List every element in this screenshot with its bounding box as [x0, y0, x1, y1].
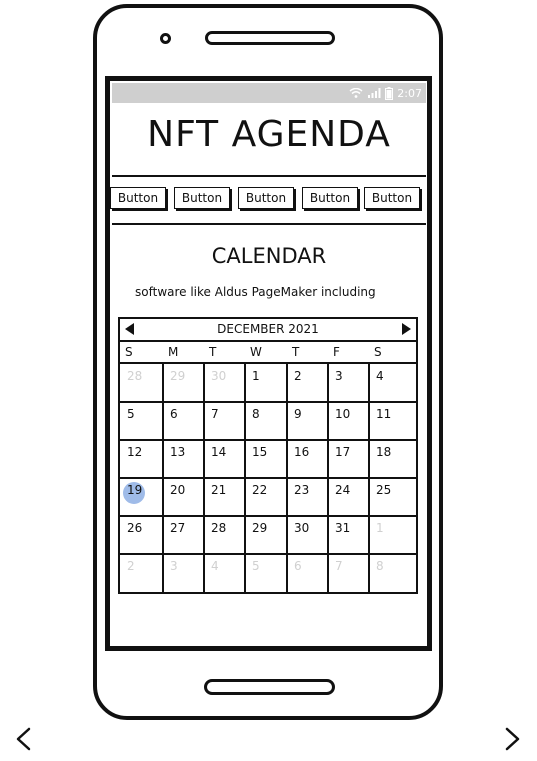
calendar-day[interactable]: 25 [376, 483, 391, 497]
nav-button-1[interactable]: Button [110, 187, 166, 209]
calendar-day[interactable]: 2 [127, 559, 135, 573]
calendar-day[interactable]: 10 [335, 407, 350, 421]
weekday-label: F [333, 345, 340, 359]
calendar-day[interactable]: 18 [376, 445, 391, 459]
calendar-grid: 28 29 30 1 2 3 4 5 6 7 8 9 10 11 12 13 14 15 16 17 18 19 20 21 2… [120, 364, 416, 592]
calendar-day[interactable]: 6 [170, 407, 178, 421]
speaker-slot [205, 31, 335, 45]
grid-line [120, 515, 416, 517]
calendar-day[interactable]: 7 [335, 559, 343, 573]
calendar-day[interactable]: 4 [211, 559, 219, 573]
app-title: NFT AGENDA [147, 114, 391, 155]
calendar-day[interactable]: 28 [211, 521, 226, 535]
calendar-day[interactable]: 16 [294, 445, 309, 459]
grid-line [120, 439, 416, 441]
calendar-day[interactable]: 29 [252, 521, 267, 535]
nav-button-5[interactable]: Button [364, 187, 420, 209]
calendar-day[interactable]: 31 [335, 521, 350, 535]
calendar-day[interactable]: 19 [127, 483, 142, 497]
calendar-day[interactable]: 1 [376, 521, 384, 535]
divider [112, 175, 426, 177]
weekday-label: M [168, 345, 179, 359]
status-time: 2:07 [397, 86, 422, 100]
calendar-day[interactable]: 26 [127, 521, 142, 535]
grid-line [120, 553, 416, 555]
grid-line [120, 477, 416, 479]
chevron-right-icon[interactable] [502, 727, 522, 751]
calendar-day[interactable]: 20 [170, 483, 185, 497]
calendar-day[interactable]: 13 [170, 445, 185, 459]
calendar-day[interactable]: 14 [211, 445, 226, 459]
section-description: software like Aldus PageMaker including [135, 285, 376, 299]
calendar-day[interactable]: 1 [252, 369, 260, 383]
section-title: CALENDAR [211, 244, 327, 268]
calendar-day[interactable]: 8 [376, 559, 384, 573]
weekday-row: SMTWTFS [120, 342, 416, 364]
home-button[interactable] [204, 679, 335, 695]
calendar-day[interactable]: 27 [170, 521, 185, 535]
calendar-day[interactable]: 28 [127, 369, 142, 383]
calendar-day[interactable]: 6 [294, 559, 302, 573]
grid-line [120, 401, 416, 403]
calendar-day[interactable]: 21 [211, 483, 226, 497]
camera-icon [160, 33, 171, 44]
calendar-day[interactable]: 3 [335, 369, 343, 383]
signal-icon [367, 88, 381, 98]
calendar-header: DECEMBER 2021 [120, 319, 416, 342]
calendar-day[interactable]: 23 [294, 483, 309, 497]
calendar-day[interactable]: 30 [211, 369, 226, 383]
calendar-day[interactable]: 2 [294, 369, 302, 383]
nav-button-4[interactable]: Button [302, 187, 358, 209]
month-label: DECEMBER 2021 [217, 322, 319, 336]
weekday-label: S [125, 345, 133, 359]
weekday-label: S [374, 345, 382, 359]
calendar-day[interactable]: 30 [294, 521, 309, 535]
nav-button-2[interactable]: Button [174, 187, 230, 209]
triangle-left-icon[interactable] [125, 323, 134, 335]
calendar-day[interactable]: 7 [211, 407, 219, 421]
calendar-day[interactable]: 24 [335, 483, 350, 497]
calendar-day[interactable]: 12 [127, 445, 142, 459]
calendar-day[interactable]: 3 [170, 559, 178, 573]
calendar-day[interactable]: 15 [252, 445, 267, 459]
nav-bar: Button Button Button Button Button [110, 187, 428, 213]
triangle-right-icon[interactable] [402, 323, 411, 335]
calendar-day[interactable]: 17 [335, 445, 350, 459]
weekday-label: T [292, 345, 300, 359]
chevron-left-icon[interactable] [14, 727, 34, 751]
calendar-day[interactable]: 29 [170, 369, 185, 383]
calendar-day[interactable]: 9 [294, 407, 302, 421]
weekday-label: T [209, 345, 217, 359]
calendar-day[interactable]: 8 [252, 407, 260, 421]
calendar-day[interactable]: 4 [376, 369, 384, 383]
calendar: DECEMBER 2021 SMTWTFS 28 29 30 1 2 3 4 5 6 7 8 9 10 1… [118, 317, 418, 594]
calendar-day[interactable]: 22 [252, 483, 267, 497]
weekday-label: W [250, 345, 262, 359]
calendar-day[interactable]: 5 [252, 559, 260, 573]
divider [112, 223, 426, 225]
battery-icon [385, 86, 394, 100]
wifi-icon [349, 88, 363, 98]
calendar-day[interactable]: 5 [127, 407, 135, 421]
calendar-day[interactable]: 11 [376, 407, 391, 421]
nav-button-3[interactable]: Button [238, 187, 294, 209]
status-bar: 2:07 [112, 83, 426, 103]
